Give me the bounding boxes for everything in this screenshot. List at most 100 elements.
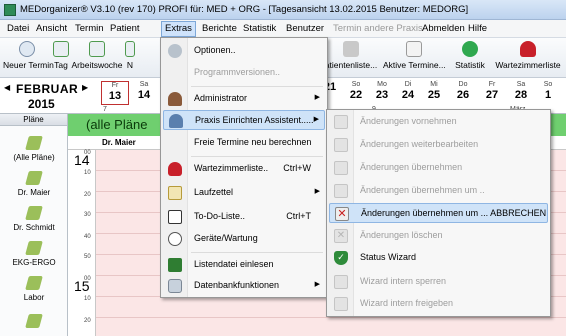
menu-abmelden[interactable]: Abmelden: [419, 22, 468, 37]
day-cell[interactable]: Di 24: [394, 81, 422, 105]
cancel-changes-icon: ✕: [335, 207, 349, 221]
day-cell[interactable]: Fr 27: [478, 81, 506, 105]
active-appointments-button[interactable]: Aktive Termine...: [383, 41, 446, 75]
document-icon: [334, 184, 348, 198]
toolbar-button-n-label: N: [126, 60, 134, 70]
plan-item-all[interactable]: (Alle Pläne): [0, 136, 68, 162]
minute-label: 20: [84, 192, 91, 198]
menu-hilfe[interactable]: Hilfe: [465, 22, 490, 37]
plan-item[interactable]: [0, 314, 68, 328]
plan-item-ekg-ergo[interactable]: EKG-ERGO: [0, 241, 68, 267]
time-column: 14 00 10 20 30 40 50 15 00 10 20: [68, 150, 96, 336]
minute-label: 00: [84, 150, 91, 156]
plan-icon: [25, 241, 43, 255]
work-week-button[interactable]: Arbeitswoche: [71, 41, 123, 75]
calendar-icon: [125, 41, 135, 57]
slot-divider: [96, 317, 566, 318]
plan-item-labor[interactable]: Labor: [0, 276, 68, 302]
menu-item-optionen[interactable]: Optionen..: [163, 41, 325, 61]
menu-item-freie-termine[interactable]: Freie Termine neu berechnen: [163, 133, 325, 153]
statistics-button[interactable]: Statistik: [453, 41, 487, 75]
plan-label: Dr. Schmidt: [13, 223, 55, 232]
menu-extras[interactable]: Extras: [161, 21, 196, 37]
day-cell-today[interactable]: Fr 13: [101, 81, 129, 105]
day-cell[interactable]: Do 26: [449, 81, 477, 105]
plan-label: EKG-ERGO: [12, 258, 56, 267]
day-view-button[interactable]: Tag: [52, 41, 70, 75]
minute-label: 10: [84, 296, 91, 302]
magnifier-icon: [19, 41, 35, 57]
previous-month-icon[interactable]: ◀: [4, 83, 10, 92]
new-appointment-button[interactable]: Neuer Termin: [3, 41, 54, 75]
submenu-item-aenderungen-abbrechen[interactable]: ✕ Änderungen übernehmen um ... ABBRECHEN: [329, 203, 548, 223]
waiting-room-button[interactable]: Wartezimmerliste: [492, 41, 564, 75]
minute-label: 20: [84, 318, 91, 324]
submenu-item-wizard-freigeben[interactable]: Wizard intern freigeben: [329, 294, 548, 314]
plan-icon: [25, 136, 43, 150]
menu-item-to-do-liste[interactable]: To-Do-Liste.. Ctrl+T: [163, 207, 325, 227]
minute-label: 50: [84, 254, 91, 260]
import-list-icon: [168, 258, 182, 272]
menu-item-administrator[interactable]: Administrator ▶: [163, 89, 325, 109]
waiting-room-icon: [168, 162, 182, 176]
menu-datei[interactable]: Datei: [4, 22, 32, 37]
plans-header: Pläne: [0, 114, 67, 126]
menu-item-geraete-wartung[interactable]: Geräte/Wartung: [163, 229, 325, 249]
next-month-icon[interactable]: ▶: [82, 83, 88, 92]
day-cell[interactable]: Sa 14: [130, 81, 158, 105]
menu-item-wartezimmerliste[interactable]: Wartezimmerliste.. Ctrl+W: [163, 159, 325, 179]
menu-item-datenbankfunktionen[interactable]: Datenbankfunktionen ▶: [163, 276, 325, 296]
submenu-item-aenderungen-uebernehmen-um[interactable]: Änderungen übernehmen um ..: [329, 181, 548, 201]
menu-item-praxis-einrichten-assistent[interactable]: Praxis Einrichten Assistent..... ▶: [163, 110, 325, 130]
devices-icon: [168, 232, 182, 246]
menu-berichte[interactable]: Berichte: [199, 22, 240, 37]
menu-benutzer[interactable]: Benutzer: [283, 22, 327, 37]
submenu-arrow-icon: ▶: [314, 281, 320, 288]
menu-termin-andere-praxis[interactable]: Termin andere Praxis: [330, 22, 426, 37]
plan-icon: [25, 314, 43, 328]
day-cell[interactable]: Sa 28: [507, 81, 535, 105]
menu-separator: [191, 156, 323, 157]
calendar-week-icon: [89, 41, 105, 57]
document-icon: [334, 161, 348, 175]
minute-label: 40: [84, 234, 91, 240]
menu-statistik[interactable]: Statistik: [240, 22, 279, 37]
submenu-item-aenderungen-loeschen[interactable]: ✕ Änderungen löschen: [329, 226, 548, 246]
submenu-item-aenderungen-uebernehmen[interactable]: Änderungen übernehmen: [329, 158, 548, 178]
day-cell[interactable]: Mo 23: [368, 81, 396, 105]
menu-ansicht[interactable]: Ansicht: [33, 22, 70, 37]
menu-item-programmversionen[interactable]: Programmversionen..: [163, 63, 325, 83]
menu-patient[interactable]: Patient: [107, 22, 143, 37]
menu-item-laufzettel[interactable]: Laufzettel ▶: [163, 183, 325, 203]
day-cell[interactable]: So 1: [534, 81, 562, 105]
toolbar-button-n[interactable]: N: [124, 41, 136, 75]
patient-list-button[interactable]: atientenliste...: [322, 41, 380, 75]
submenu-item-aenderungen-weiterbearbeiten[interactable]: Änderungen weiterbearbeiten: [329, 135, 548, 155]
month-navigator: ◀ FEBRUAR ▶ 2015: [4, 80, 90, 112]
submenu-arrow-icon: ▶: [313, 116, 319, 123]
menu-item-listendatei-einlesen[interactable]: Listendatei einlesen: [163, 255, 325, 275]
plan-icon: [25, 276, 43, 290]
unlock-icon: [334, 297, 348, 311]
minute-label: 00: [84, 276, 91, 282]
statistics-label: Statistik: [455, 60, 485, 70]
plan-item-dr-schmidt[interactable]: Dr. Schmidt: [0, 206, 68, 232]
admin-icon: [168, 92, 182, 106]
plan-label: Labor: [23, 293, 45, 302]
menu-bar: Datei Ansicht Termin Patient Extras Beri…: [0, 20, 566, 38]
menu-termin[interactable]: Termin: [72, 22, 107, 37]
day-cell[interactable]: Mi 25: [420, 81, 448, 105]
statistics-icon: [462, 41, 478, 57]
submenu-arrow-icon: ▶: [314, 188, 320, 195]
submenu-item-status-wizard[interactable]: ✓ Status Wizard: [329, 248, 548, 268]
active-appointments-icon: [406, 41, 422, 57]
delete-changes-icon: ✕: [334, 229, 348, 243]
shield-check-icon: ✓: [334, 251, 348, 265]
plan-item-dr-maier[interactable]: Dr. Maier: [0, 171, 68, 197]
day-view-label: Tag: [54, 60, 68, 70]
patient-list-label: atientenliste...: [324, 60, 378, 70]
day-cell[interactable]: So 22: [342, 81, 370, 105]
submenu-item-wizard-sperren[interactable]: Wizard intern sperren: [329, 272, 548, 292]
submenu-item-aenderungen-vornehmen[interactable]: Änderungen vornehmen: [329, 112, 548, 132]
waiting-room-label: Wartezimmerliste: [495, 60, 561, 70]
